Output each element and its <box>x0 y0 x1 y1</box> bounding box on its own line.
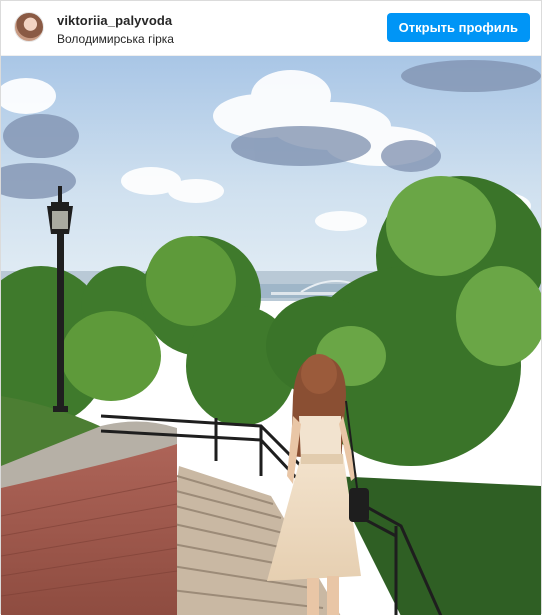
post-photo[interactable] <box>1 55 541 615</box>
instagram-embed: viktoriia_palyvoda Володимирська гірка О… <box>0 0 542 615</box>
location-link[interactable]: Володимирська гірка <box>57 31 174 47</box>
username-link[interactable]: viktoriia_palyvoda <box>57 13 174 29</box>
user-info: viktoriia_palyvoda Володимирська гірка <box>57 13 174 47</box>
open-profile-button[interactable]: Открыть профиль <box>386 13 530 42</box>
photo-illustration <box>1 56 541 615</box>
post-header: viktoriia_palyvoda Володимирська гірка О… <box>1 1 541 55</box>
avatar[interactable] <box>14 12 44 42</box>
